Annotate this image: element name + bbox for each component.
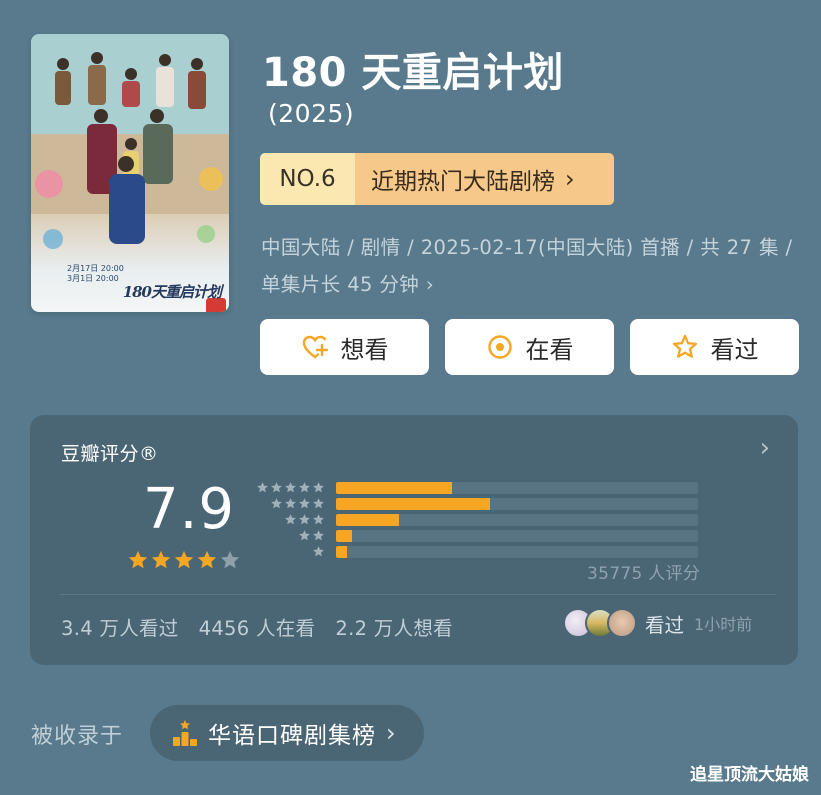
watermark-text: 追星顶流大姑娘 — [690, 765, 809, 785]
rank-chart-link[interactable]: 近期热门大陆剧榜 › — [355, 153, 614, 205]
star-small-icon — [285, 482, 296, 493]
star-small-icon — [299, 514, 310, 525]
star-small-icon — [285, 498, 296, 509]
rank-chart-name: 近期热门大陆剧榜 — [371, 169, 555, 195]
action-buttons: 想看 在看 看过 — [260, 319, 799, 375]
page-title: 180 天重启计划 — [262, 50, 564, 96]
star-filled-icon — [128, 550, 148, 569]
star-small-icon — [313, 498, 324, 509]
distribution-stars-5 — [256, 481, 325, 494]
distribution-fill-4 — [336, 498, 490, 510]
distribution-bar-2 — [336, 530, 698, 542]
chevron-right-icon[interactable]: › — [760, 433, 770, 463]
chevron-right-icon: › — [565, 165, 575, 193]
chevron-right-icon: › — [386, 719, 396, 747]
distribution-stars-3 — [284, 513, 325, 526]
chart-link-button[interactable]: 华语口碑剧集榜 › — [150, 705, 424, 761]
rating-score: 7.9 — [143, 477, 236, 542]
divider — [60, 594, 776, 595]
star-small-icon — [299, 498, 310, 509]
distribution-fill-2 — [336, 530, 353, 542]
chart-name: 华语口碑剧集榜 — [208, 723, 376, 749]
stat-watching[interactable]: 4456 人在看 — [199, 612, 316, 641]
want-to-watch-button[interactable]: 想看 — [260, 319, 429, 375]
heart-plus-icon — [302, 335, 328, 359]
watched-label: 看过 — [710, 335, 759, 364]
release-year: (2025) — [268, 99, 355, 128]
distribution-bar-4 — [336, 498, 698, 510]
distribution-bar-5 — [336, 482, 698, 494]
star-small-icon — [299, 530, 310, 541]
star-small-icon — [271, 498, 282, 509]
star-small-icon — [299, 482, 310, 493]
friends-status: 看过 — [645, 613, 685, 637]
poster-date-text: 2月17日 20:00 3月1日 20:00 — [67, 264, 124, 284]
star-filled-icon — [151, 550, 171, 569]
distribution-stars-4 — [270, 497, 325, 510]
star-small-icon — [271, 482, 282, 493]
poster-title-art: 180天重启计划 — [122, 283, 222, 301]
poster-date-line-1: 2月17日 20:00 — [67, 264, 124, 273]
star-filled-icon — [174, 550, 194, 569]
star-small-icon — [313, 530, 324, 541]
avatar — [607, 608, 637, 638]
poster-date-line-2: 3月1日 20:00 — [67, 274, 119, 283]
watched-button[interactable]: 看过 — [630, 319, 799, 375]
distribution-fill-5 — [336, 482, 452, 494]
star-small-icon — [313, 482, 324, 493]
show-meta-info[interactable]: 中国大陆 / 剧情 / 2025-02-17(中国大陆) 首播 / 共 27 集… — [261, 229, 793, 303]
want-to-watch-label: 想看 — [340, 335, 389, 364]
podium-icon — [173, 720, 197, 746]
poster-cast-illustration — [31, 34, 229, 249]
distribution-stars-2 — [298, 529, 325, 542]
star-small-icon — [313, 546, 324, 557]
poster-image[interactable]: 2月17日 20:00 3月1日 20:00 180天重启计划 — [31, 34, 229, 312]
star-outline-icon — [672, 334, 697, 358]
rank-number: NO.6 — [260, 153, 355, 205]
watching-button[interactable]: 在看 — [445, 319, 614, 375]
star-small-icon — [313, 514, 324, 525]
star-empty-icon — [220, 550, 240, 569]
watching-label: 在看 — [525, 335, 574, 364]
target-circle-icon — [487, 335, 512, 359]
star-small-icon — [285, 514, 296, 525]
distribution-stars-1 — [312, 545, 325, 558]
meta-text: 中国大陆 / 剧情 / 2025-02-17(中国大陆) 首播 / 共 27 集… — [261, 236, 793, 296]
included-label: 被收录于 — [31, 724, 124, 749]
distribution-fill-1 — [336, 546, 347, 558]
distribution-fill-3 — [336, 514, 400, 526]
watch-stats: 3.4 万人看过 4456 人在看 2.2 万人想看 — [61, 612, 453, 641]
distribution-bar-1 — [336, 546, 698, 558]
rating-title: 豆瓣评分® — [61, 443, 159, 465]
rating-count: 35775 人评分 — [587, 564, 701, 584]
star-filled-icon — [197, 550, 217, 569]
ranking-badge[interactable]: NO.6 近期热门大陆剧榜 › — [260, 153, 614, 205]
star-small-icon — [257, 482, 268, 493]
friends-time: 1小时前 — [694, 615, 753, 634]
friends-activity[interactable]: 看过 1小时前 — [563, 608, 752, 638]
rating-card[interactable]: 豆瓣评分® › 7.9 35775 人评分 3.4 万人看过 4456 人在看 … — [30, 415, 798, 665]
distribution-bar-3 — [336, 514, 698, 526]
stat-want[interactable]: 2.2 万人想看 — [335, 612, 453, 641]
rating-stars — [127, 549, 241, 571]
stat-watched[interactable]: 3.4 万人看过 — [61, 612, 179, 641]
chevron-right-icon: › — [425, 273, 435, 296]
